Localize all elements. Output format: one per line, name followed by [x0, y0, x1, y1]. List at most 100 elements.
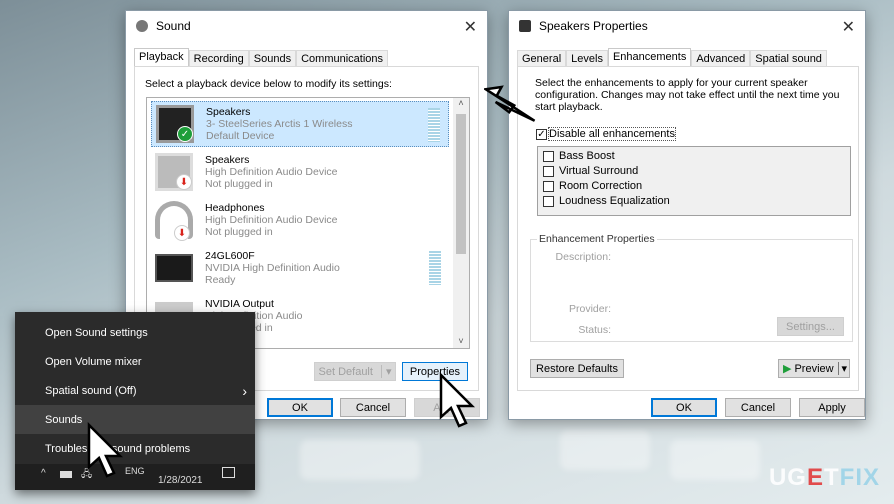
enhancements-list: Bass Boost Virtual Surround Room Correct…	[537, 146, 851, 216]
tab-sounds[interactable]: Sounds	[248, 50, 297, 67]
cancel-button[interactable]: Cancel	[725, 398, 791, 417]
enhancement-room-correction[interactable]: Room Correction	[543, 180, 642, 192]
menu-item-label: Spatial sound (Off)	[45, 384, 137, 397]
tab-advanced[interactable]: Advanced	[691, 50, 751, 67]
device-status: Not plugged in	[205, 178, 273, 190]
scroll-down-icon[interactable]: ˅	[453, 336, 469, 346]
checkbox[interactable]	[543, 165, 554, 177]
pointer-cursor-icon	[484, 85, 536, 122]
chevron-up-icon[interactable]: ^	[41, 468, 46, 479]
device-name: 24GL600F	[205, 250, 255, 262]
menu-item-open-sound-settings[interactable]: Open Sound settings	[15, 318, 255, 347]
speakers-properties-dialog: Speakers Properties ✕ General Levels Enh…	[508, 10, 866, 420]
notification-icon[interactable]	[222, 467, 235, 478]
title-bar: Speakers Properties	[509, 11, 865, 41]
checkbox-label: Loudness Equalization	[559, 195, 670, 207]
device-item[interactable]: 24GL600F NVIDIA High Definition Audio Read…	[151, 245, 449, 291]
tab-bar: Playback Recording Sounds Communications	[134, 48, 389, 67]
scroll-up-icon[interactable]: ˄	[453, 98, 469, 108]
tab-spatial-sound[interactable]: Spatial sound	[750, 50, 827, 67]
play-icon: ▶	[783, 363, 792, 375]
set-default-button[interactable]: Set Default ▾	[314, 362, 396, 381]
group-title: Enhancement Properties	[537, 233, 657, 245]
device-description: High Definition Audio Device	[205, 166, 338, 178]
close-button[interactable]: ✕	[464, 17, 477, 37]
device-status: Not plugged in	[205, 226, 273, 238]
checkbox[interactable]	[543, 180, 554, 192]
preview-label: Preview	[794, 362, 834, 375]
set-default-label: Set Default	[318, 365, 373, 378]
disable-all-checkbox[interactable]: ✓ Disable all enhancements	[536, 127, 676, 141]
enhancement-virtual-surround[interactable]: Virtual Surround	[543, 165, 638, 177]
device-status: Default Device	[206, 130, 275, 142]
enhancement-loudness-equalization[interactable]: Loudness Equalization	[543, 195, 670, 207]
monitor-icon	[155, 254, 193, 282]
enhancement-properties-group: Enhancement Properties Description: Prov…	[530, 233, 853, 342]
background-keyboard	[670, 440, 760, 480]
preview-button[interactable]: ▶ Preview ▾	[778, 359, 850, 378]
apply-button[interactable]: Apply	[799, 398, 865, 417]
dropdown-arrow-icon[interactable]: ▾	[838, 362, 847, 375]
device-item[interactable]: ⬇ Headphones High Definition Audio Device…	[151, 197, 449, 243]
speaker-icon: ⬇	[155, 153, 193, 191]
device-status: Ready	[205, 274, 236, 286]
pointer-cursor-icon	[439, 372, 476, 428]
tab-communications[interactable]: Communications	[296, 50, 389, 67]
status-label: Status:	[578, 324, 611, 336]
description-label: Description:	[555, 251, 611, 263]
unplugged-icon: ⬇	[176, 174, 192, 190]
menu-item-spatial-sound[interactable]: Spatial sound (Off) ›	[15, 376, 255, 405]
tab-levels[interactable]: Levels	[566, 50, 608, 67]
device-item[interactable]: ✓ Speakers 3- SteelSeries Arctis 1 Wirele…	[151, 101, 449, 147]
scrollbar-thumb[interactable]	[456, 114, 466, 254]
instruction-text: Select the enhancements to apply for you…	[535, 77, 840, 113]
device-description: High Definition Audio Device	[205, 214, 338, 226]
checkbox[interactable]	[543, 195, 554, 207]
device-name: Speakers	[205, 154, 250, 166]
background-keyboard	[560, 430, 650, 470]
level-meter	[428, 108, 440, 142]
checkbox-label: Room Correction	[559, 180, 643, 192]
language-indicator[interactable]: ENG	[125, 466, 145, 476]
device-item[interactable]: ⬇ Speakers High Definition Audio Device No…	[151, 149, 449, 195]
level-meter	[429, 251, 441, 285]
enhancement-bass-boost[interactable]: Bass Boost	[543, 150, 615, 162]
checkbox-label: Bass Boost	[559, 150, 615, 162]
device-name: Speakers	[206, 106, 251, 118]
taskbar: ^ 🖧 ENG 1/28/2021	[15, 464, 255, 490]
ok-button[interactable]: OK	[651, 398, 717, 417]
menu-item-sounds[interactable]: Sounds	[15, 405, 255, 434]
checkbox-label: Virtual Surround	[559, 165, 639, 177]
settings-button[interactable]: Settings...	[777, 317, 844, 336]
battery-icon[interactable]	[60, 471, 72, 478]
cancel-button[interactable]: Cancel	[340, 398, 406, 417]
chevron-right-icon: ›	[242, 382, 247, 399]
enhancements-panel: Select the enhancements to apply for you…	[517, 66, 859, 391]
checkbox[interactable]	[543, 150, 554, 162]
date[interactable]: 1/28/2021	[158, 475, 203, 486]
sound-icon	[136, 20, 148, 32]
checkbox-label: Disable all enhancements	[548, 127, 676, 141]
tab-general[interactable]: General	[517, 50, 567, 67]
close-button[interactable]: ✕	[842, 17, 855, 37]
device-name: Headphones	[205, 202, 265, 214]
window-title: Sound	[156, 19, 191, 33]
scrollbar[interactable]: ˄ ˅	[453, 98, 469, 348]
sound-context-menu: Open Sound settings Open Volume mixer Sp…	[15, 312, 255, 490]
ok-button[interactable]: OK	[267, 398, 333, 417]
checkbox-checked[interactable]: ✓	[536, 128, 547, 140]
tab-playback[interactable]: Playback	[134, 48, 189, 67]
dropdown-arrow-icon[interactable]: ▾	[380, 365, 391, 378]
tab-recording[interactable]: Recording	[188, 50, 249, 67]
device-description: NVIDIA High Definition Audio	[205, 262, 340, 274]
device-description: 3- SteelSeries Arctis 1 Wireless	[206, 118, 353, 130]
background-keyboard	[300, 440, 420, 480]
restore-defaults-button[interactable]: Restore Defaults	[530, 359, 624, 378]
pointer-cursor-icon	[87, 422, 124, 478]
menu-item-open-volume-mixer[interactable]: Open Volume mixer	[15, 347, 255, 376]
window-title: Speakers Properties	[539, 19, 648, 33]
speaker-icon: ✓	[156, 105, 194, 143]
title-bar: Sound	[126, 11, 487, 41]
menu-item-troubleshoot[interactable]: Troubleshoot sound problems	[15, 434, 255, 463]
tab-enhancements[interactable]: Enhancements	[607, 48, 692, 67]
